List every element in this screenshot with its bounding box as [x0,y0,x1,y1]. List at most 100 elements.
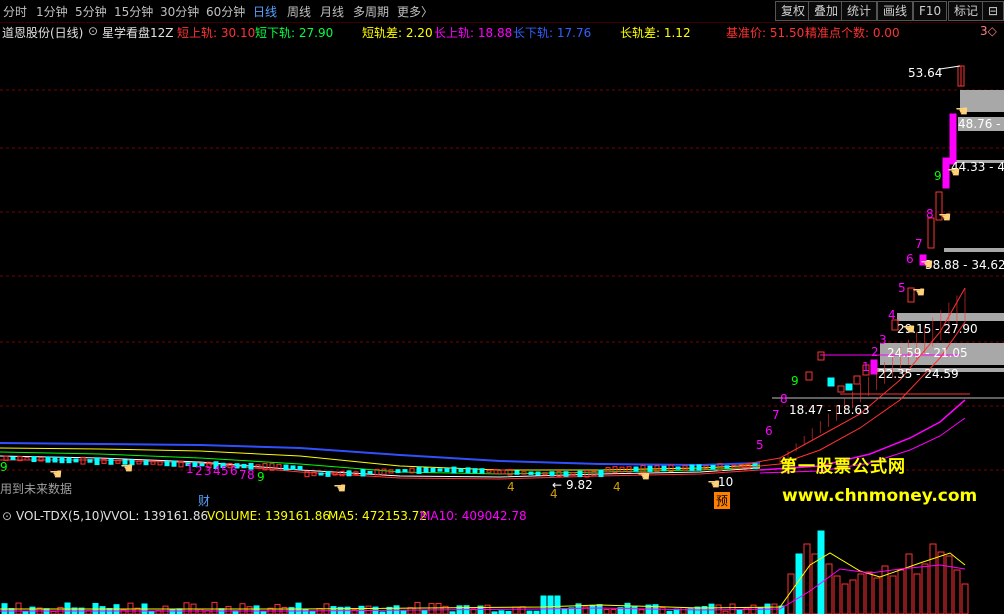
candle [535,471,541,476]
period-tab-weekly[interactable]: 周线 [287,3,311,20]
candle [563,471,569,477]
period-tab-15min[interactable]: 15分钟 [114,3,153,20]
candle [290,465,296,471]
candle [87,459,93,463]
pointer-hand-icon: ☚ [707,475,721,493]
count-right-5: 5 [898,281,906,295]
candle [80,456,86,465]
candle [827,377,835,387]
candlestick-chart[interactable] [0,40,1004,507]
mark-button[interactable]: 标记 [948,1,985,21]
volume-bar [937,551,945,614]
volume-bar [881,565,889,614]
candle [164,460,170,467]
indicator-name[interactable]: 星学看盘12Z [102,24,174,41]
period-more-menu[interactable]: 更多〉 [397,3,433,20]
window-toggle-button[interactable]: ⊟ [982,1,1004,21]
volume-bar [833,575,841,614]
candle [283,464,289,471]
volume-bar [407,607,414,614]
candle [108,458,114,465]
candle [521,471,527,475]
precise-points-value: 精准点个数: 0.00 [805,26,900,40]
volume-bar [729,603,736,614]
candle [346,470,352,477]
pointer-hand-icon: ☚ [920,255,934,273]
candle [437,468,443,472]
pointer-hand-icon: ☚ [120,459,134,477]
volume-bar [921,563,929,614]
pointer-hand-icon: ☚ [902,320,916,338]
period-tab-60min[interactable]: 60分钟 [206,3,245,20]
band7-label: 18.47 - 18.63 [789,403,870,417]
count-2: 2 [195,464,203,478]
candle [472,468,478,474]
candle [451,466,457,474]
candle [870,359,878,375]
candle [724,465,730,469]
volume-bar [554,595,561,614]
overlay-button[interactable]: 叠加 [808,1,845,21]
volume-bar [169,608,176,614]
volume-collapse-icon[interactable]: ⊙ [2,509,12,523]
short-upper-value: 短上轨: 30.10 [177,26,256,40]
band5-label: 24.59 - 21.05 [887,346,968,360]
candle [416,466,422,474]
period-tab-multi[interactable]: 多周期 [353,3,389,20]
ma10-value: MA10: 409042.78 [420,509,527,523]
ma-line [0,442,761,467]
period-tab-fenshi[interactable]: 分时 [3,3,27,20]
volume-chart[interactable] [0,525,1004,614]
volume-bar [659,606,666,614]
period-tab-monthly[interactable]: 月线 [320,3,344,20]
volume-bar [512,606,519,614]
watermark-title: 第一股票公式网 [780,457,906,477]
candle [171,460,177,467]
candle [675,466,681,470]
candle [157,461,163,466]
candle [52,457,58,463]
candle [514,470,520,475]
count-up-7: 7 [772,408,780,422]
candle [710,464,716,470]
draw-line-button[interactable]: 画线 [877,1,914,21]
volume-bar [246,606,253,614]
volume-bar [945,555,953,614]
period-tab-5min[interactable]: 5分钟 [75,3,107,20]
ma5-value: MA5: 472153.72 [328,509,427,523]
volume-bar [929,543,937,614]
volume-bar [183,602,190,614]
volume-bar [547,595,554,614]
low-price-label: 9.82 [566,478,593,492]
count-right-1: 1 [862,360,870,374]
volume-bar [905,553,913,614]
candle [528,471,534,475]
period-tab-30min[interactable]: 30分钟 [160,3,199,20]
restore-rights-button[interactable]: 复权 [775,1,812,21]
collapse-icon[interactable]: ⊙ [88,24,98,38]
candle [66,457,72,464]
volume-bar [825,563,833,614]
candle [136,460,142,465]
volume-bar [197,608,204,614]
volume-bar [913,573,921,614]
period-tab-daily[interactable]: 日线 [253,3,277,20]
count-9: 9 [257,470,265,484]
period-tab-1min[interactable]: 1分钟 [36,3,68,20]
volume-indicator-name[interactable]: VOL-TDX(5,10) [16,509,104,523]
f10-button[interactable]: F10 [913,1,948,21]
candle [479,468,485,474]
volume-bar [428,603,435,614]
statistics-button[interactable]: 统计 [841,1,878,21]
volume-bar [435,603,442,614]
short-lower-value: 短下轨: 27.90 [255,26,334,40]
count-3: 3 [204,464,212,478]
high-price-label: 53.64 [908,66,943,80]
count-8: 8 [247,468,255,482]
volume-bar [561,608,568,614]
candle [570,472,576,476]
candle [402,469,408,473]
candle [423,467,429,473]
candle [297,465,303,470]
volume-bar [421,609,428,614]
